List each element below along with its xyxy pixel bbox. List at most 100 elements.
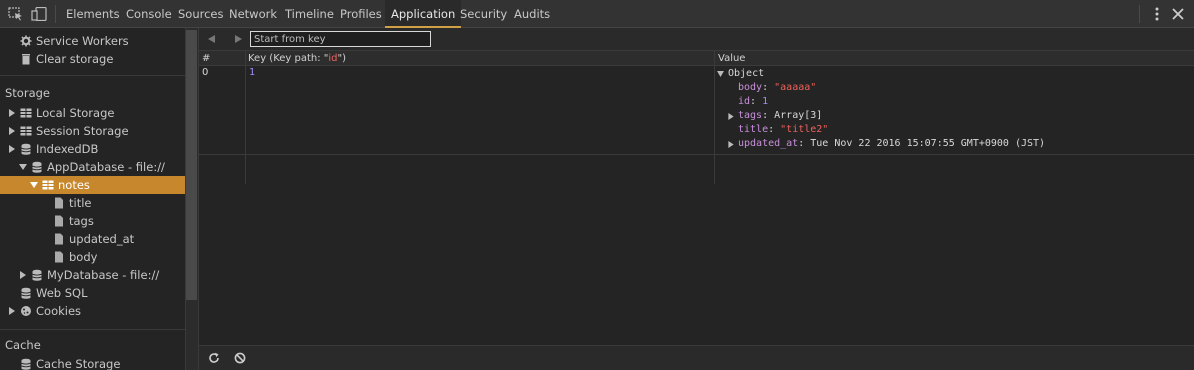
- sidebar-item-mydatabase[interactable]: MyDatabase - file://: [0, 266, 185, 284]
- more-options-icon[interactable]: [1150, 6, 1164, 22]
- chevron-right-icon: [20, 271, 26, 279]
- sidebar-item-service-workers[interactable]: Service Workers: [0, 32, 185, 50]
- sidebar-item-cache-storage[interactable]: Cache Storage: [0, 355, 185, 370]
- section-divider: [0, 329, 185, 330]
- property-name: id: [738, 96, 751, 107]
- indexeddb-object-store-view: # Key (Key path: "id") Value 0 1 Object …: [198, 28, 1194, 370]
- tab-elements[interactable]: Elements: [66, 0, 120, 28]
- sidebar-item-label: Clear storage: [36, 52, 114, 66]
- cookie-icon: [21, 306, 31, 316]
- database-icon: [21, 287, 31, 299]
- sidebar-item-clear-storage[interactable]: Clear storage: [0, 50, 185, 68]
- grid-icon: [20, 108, 32, 118]
- property-name: title: [738, 124, 769, 135]
- sidebar-item-label: title: [69, 196, 92, 210]
- devtools-toolbar: Elements Console Sources Network Timelin…: [0, 0, 1194, 28]
- chevron-right-icon: [9, 127, 15, 135]
- property-id: id: 1: [738, 96, 769, 107]
- device-mode-icon[interactable]: [31, 7, 47, 21]
- database-icon: [21, 358, 31, 370]
- tab-audits[interactable]: Audits: [514, 0, 550, 28]
- refresh-icon[interactable]: [208, 352, 220, 364]
- tab-security[interactable]: Security: [460, 0, 507, 28]
- sidebar-item-label: updated_at: [69, 232, 135, 246]
- sidebar-item-label: Cookies: [36, 304, 82, 318]
- sidebar-item-label: Cache Storage: [36, 357, 121, 370]
- property-value: Array[3]: [774, 110, 823, 121]
- application-sidebar: Service Workers Clear storage Storage Lo…: [0, 28, 185, 370]
- sidebar-item-cookies[interactable]: Cookies: [0, 302, 185, 320]
- storage-section-header: Storage: [5, 86, 50, 100]
- property-value: "title2": [780, 124, 829, 135]
- sidebar-item-indexeddb[interactable]: IndexedDB: [0, 140, 185, 158]
- sidebar-item-notes[interactable]: notes: [0, 176, 185, 194]
- clear-object-store-icon[interactable]: [234, 352, 246, 364]
- chevron-right-icon: [728, 141, 734, 148]
- sidebar-item-label: AppDatabase - file://: [47, 160, 165, 174]
- sidebar-item-index-updated-at[interactable]: updated_at: [0, 230, 185, 248]
- row-key-cell: 1: [249, 67, 256, 78]
- property-name: tags: [738, 110, 763, 121]
- toolbar-divider: [55, 5, 56, 23]
- property-value: 1: [762, 96, 769, 107]
- data-grid-status-bar: [199, 345, 1194, 370]
- data-grid-header: # Key (Key path: "id") Value: [199, 51, 1194, 66]
- sidebar-item-index-body[interactable]: body: [0, 248, 185, 266]
- database-icon: [21, 143, 31, 155]
- sidebar-item-label: Web SQL: [36, 286, 88, 300]
- sidebar-item-label: tags: [69, 214, 94, 228]
- chevron-right-icon: [728, 113, 734, 120]
- column-header-index[interactable]: #: [199, 51, 210, 66]
- file-icon: [55, 197, 63, 209]
- chevron-right-icon: [9, 307, 15, 315]
- column-header-key-suffix: "): [337, 53, 347, 64]
- property-name: updated_at: [738, 138, 799, 149]
- tab-console[interactable]: Console: [126, 0, 172, 28]
- data-grid: # Key (Key path: "id") Value 0 1 Object …: [199, 51, 1194, 345]
- chevron-down-icon: [717, 71, 724, 77]
- tab-sources[interactable]: Sources: [178, 0, 224, 28]
- chevron-down-icon: [19, 164, 27, 170]
- sidebar-item-label: MyDatabase - file://: [47, 268, 160, 282]
- grid-icon: [20, 126, 32, 136]
- section-divider: [0, 75, 185, 76]
- column-header-value[interactable]: Value: [715, 51, 745, 66]
- tab-application[interactable]: Application: [385, 0, 462, 28]
- sidebar-item-label: Local Storage: [36, 106, 115, 120]
- toolbar-divider: [1139, 5, 1140, 23]
- sidebar-item-session-storage[interactable]: Session Storage: [0, 122, 185, 140]
- property-body: body: "aaaaa": [738, 82, 817, 93]
- sidebar-item-local-storage[interactable]: Local Storage: [0, 104, 185, 122]
- next-page-icon[interactable]: [234, 34, 244, 44]
- gear-icon: [20, 35, 32, 47]
- sidebar-item-label: Session Storage: [36, 124, 129, 138]
- tab-network[interactable]: Network: [229, 0, 277, 28]
- database-icon: [32, 269, 42, 281]
- start-from-key-input[interactable]: [250, 31, 431, 47]
- chevron-right-icon: [9, 145, 15, 153]
- tab-profiles[interactable]: Profiles: [340, 0, 382, 28]
- file-icon: [55, 215, 63, 227]
- sidebar-item-index-tags[interactable]: tags: [0, 212, 185, 230]
- property-title: title: "title2": [738, 124, 829, 135]
- row-index-cell: 0: [202, 67, 209, 78]
- chevron-down-icon: [30, 182, 38, 188]
- tab-timeline[interactable]: Timeline: [285, 0, 334, 28]
- key-path-value: id: [328, 53, 338, 64]
- previous-page-icon[interactable]: [206, 34, 216, 44]
- data-grid-toolbar: [199, 28, 1194, 51]
- grid-icon: [42, 180, 54, 190]
- file-icon: [55, 251, 63, 263]
- sidebar-item-web-sql[interactable]: Web SQL: [0, 284, 185, 302]
- close-icon[interactable]: [1171, 7, 1185, 21]
- sidebar-item-label: notes: [58, 178, 90, 192]
- column-header-key[interactable]: Key (Key path: "id"): [245, 51, 346, 66]
- sidebar-item-index-title[interactable]: title: [0, 194, 185, 212]
- inspect-element-icon[interactable]: [8, 7, 24, 21]
- sidebar-scrollbar-thumb[interactable]: [186, 30, 197, 300]
- sidebar-item-appdatabase[interactable]: AppDatabase - file://: [0, 158, 185, 176]
- file-icon: [55, 233, 63, 245]
- table-row[interactable]: 0 1 Object body: "aaaaa" id: 1 tags: Arr…: [199, 66, 1194, 155]
- property-value: Tue Nov 22 2016 15:07:55 GMT+0900 (JST): [810, 138, 1046, 149]
- sidebar-item-label: Service Workers: [36, 34, 129, 48]
